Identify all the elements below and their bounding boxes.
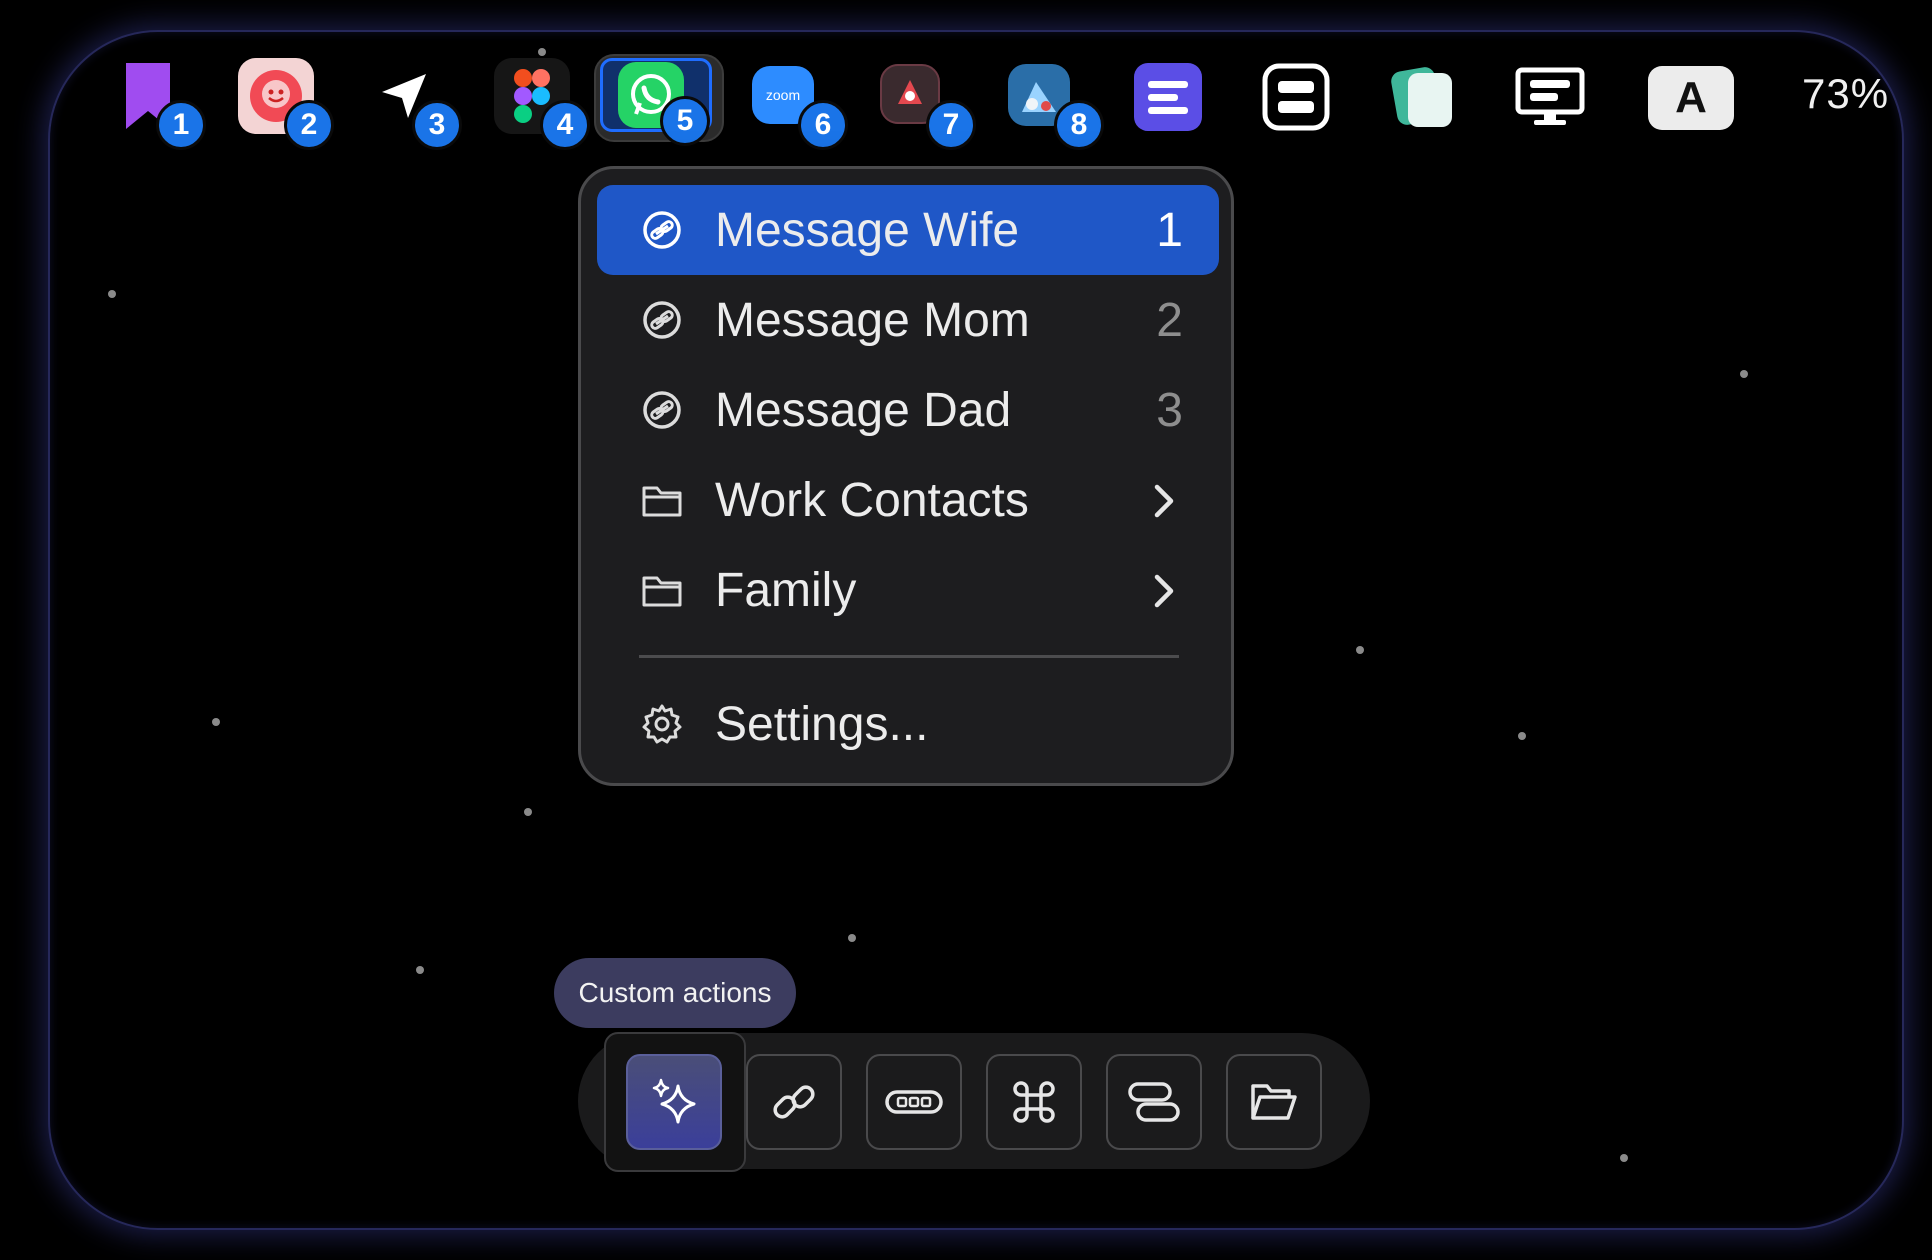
shortcut-action-button[interactable] xyxy=(986,1054,1082,1150)
badge: 3 xyxy=(412,100,462,150)
command-icon xyxy=(1013,1081,1055,1123)
stacked-bars-icon[interactable] xyxy=(1260,62,1332,132)
menu-item-message-mom[interactable]: Message Mom 2 xyxy=(597,275,1219,365)
menu-item-label: Family xyxy=(715,564,857,617)
link-icon xyxy=(643,211,681,249)
star-dot xyxy=(108,290,116,298)
menubar-app-3[interactable]: 3 xyxy=(366,58,462,150)
menu-item-message-wife[interactable]: Message Wife 1 xyxy=(597,185,1219,275)
menubar-app-2[interactable]: 2 xyxy=(238,58,334,150)
sparkles-icon xyxy=(652,1078,696,1124)
star-dot xyxy=(212,718,220,726)
cards-app-icon[interactable] xyxy=(1388,62,1460,132)
gear-icon xyxy=(642,704,682,744)
star-dot xyxy=(538,48,546,56)
context-menu: Message Wife 1 Message Mom 2 Message Dad… xyxy=(578,166,1234,786)
input-source-badge[interactable]: A xyxy=(1648,66,1734,130)
chevron-right-icon xyxy=(1154,484,1174,518)
folder-icon xyxy=(642,576,682,607)
toggle-icon xyxy=(1128,1082,1180,1122)
menu-item-label: Work Contacts xyxy=(715,474,1029,527)
menu-item-message-dad[interactable]: Message Dad 3 xyxy=(597,365,1219,455)
folder-icon xyxy=(642,486,682,517)
menu-item-shortcut: 2 xyxy=(1156,294,1183,347)
link-icon xyxy=(643,301,681,339)
star-dot xyxy=(416,966,424,974)
star-dot xyxy=(1356,646,1364,654)
zoom-wordmark: zoom xyxy=(765,87,801,103)
folder-action-button[interactable] xyxy=(1226,1054,1322,1150)
menubar-app-7[interactable]: 7 xyxy=(880,58,976,150)
menubar-app-4[interactable]: 4 xyxy=(494,58,590,150)
keyboard-icon xyxy=(885,1090,943,1114)
menu-item-label: Message Dad xyxy=(715,384,1012,437)
link-icon xyxy=(773,1085,815,1119)
star-dot xyxy=(524,808,532,816)
display-icon[interactable] xyxy=(1512,62,1588,132)
menubar-app-5[interactable]: 5 xyxy=(616,58,710,148)
folder-open-icon xyxy=(1251,1084,1297,1120)
badge: 7 xyxy=(926,100,976,150)
badge: 2 xyxy=(284,100,334,150)
menu-item-shortcut: 3 xyxy=(1156,384,1183,437)
star-dot xyxy=(1620,1154,1628,1162)
star-dot xyxy=(848,934,856,942)
badge: 4 xyxy=(540,100,590,150)
toggle-action-button[interactable] xyxy=(1106,1054,1202,1150)
tooltip: Custom actions xyxy=(554,958,796,1028)
link-action-button[interactable] xyxy=(746,1054,842,1150)
keystroke-action-button[interactable] xyxy=(866,1054,962,1150)
star-dot xyxy=(1518,732,1526,740)
menu-item-work-contacts[interactable]: Work Contacts xyxy=(597,455,1219,545)
star-dot xyxy=(1740,370,1748,378)
menu-item-shortcut: 1 xyxy=(1156,204,1183,257)
badge: 6 xyxy=(798,100,848,150)
chevron-right-icon xyxy=(1154,574,1174,608)
badge: 8 xyxy=(1054,100,1104,150)
menu-item-label: Message Mom xyxy=(715,294,1030,347)
menu-item-label: Message Wife xyxy=(715,204,1020,257)
menubar-app-6[interactable]: zoom 6 xyxy=(752,58,848,150)
badge: 5 xyxy=(660,96,710,146)
menu-item-settings[interactable]: Settings... xyxy=(597,679,1219,769)
menu-item-label: Settings... xyxy=(715,698,929,751)
menubar-app-8[interactable]: 8 xyxy=(1008,58,1104,150)
badge: 1 xyxy=(156,100,206,150)
input-source-label: A xyxy=(1675,73,1707,122)
link-icon xyxy=(643,391,681,429)
menubar-app-1[interactable]: 1 xyxy=(110,58,206,150)
menu-separator xyxy=(639,655,1179,658)
menu-item-family[interactable]: Family xyxy=(597,545,1219,635)
custom-actions-button[interactable] xyxy=(626,1054,722,1150)
text-lines-icon[interactable] xyxy=(1132,62,1204,132)
battery-percentage: 73% xyxy=(1802,70,1890,117)
